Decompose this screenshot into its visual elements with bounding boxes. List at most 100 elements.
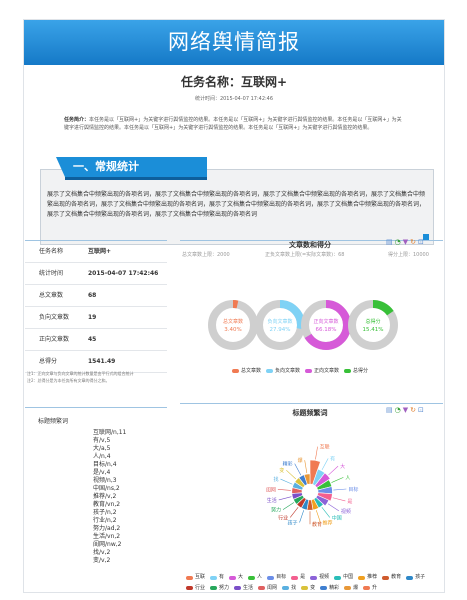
donut-label: 正向文章数 [313, 318, 338, 325]
bar-icon[interactable]: ▼ [403, 238, 408, 246]
report-title: 网络舆情简报 [168, 30, 300, 54]
legend-item[interactable]: 努力 [210, 584, 229, 593]
line-icon[interactable]: ◔ [395, 406, 401, 414]
legend-item[interactable]: 负向文章数 [266, 367, 300, 374]
legend-swatch [344, 368, 352, 373]
legend-item[interactable]: 总文章数 [232, 367, 261, 374]
stats-key: 总得分 [39, 358, 58, 365]
donut-label: 总文章数 [223, 318, 243, 325]
legend-label: 努力 [219, 584, 230, 591]
legend-label: 闺网 [267, 584, 278, 591]
legend-label: 正向文章数 [314, 368, 340, 374]
legend-swatch [301, 586, 309, 590]
stats-key: 负向文章数 [39, 314, 70, 321]
legend-item[interactable]: 教育 [382, 573, 401, 582]
data-view-icon[interactable]: ▤ [386, 238, 393, 246]
chart1-toolbox: ▤ ◔ ▼ ↻ ⊡ [384, 238, 424, 246]
legend-swatch [210, 575, 218, 580]
legend-swatch [305, 368, 313, 373]
legend-item[interactable]: 行业 [186, 584, 205, 593]
legend-item[interactable]: 目标 [267, 573, 286, 582]
legend-label: 找 [291, 584, 297, 591]
tags-items: 互联网/n,11 有/v,5 大/a,5 人/n,4 目标/n,4 是/v,4 视频/n,3… [93, 429, 167, 565]
rose-label-line [286, 469, 297, 480]
legend-item[interactable]: 总得分 [344, 367, 368, 374]
rose-label: 目标 [348, 486, 358, 493]
section-general-stats: 一、常规统计 展示了文档集合中频繁出现的各项名词，展示了文档集合中频繁出现的各项… [40, 157, 434, 245]
rose-label-line [321, 506, 331, 518]
legend-swatch [266, 368, 274, 373]
section-body: 展示了文档集合中频繁出现的各项名词，展示了文档集合中频繁出现的各项名词，展示了文… [47, 191, 426, 218]
legend-label: 总文章数 [241, 368, 262, 374]
rose-label-line [278, 496, 292, 501]
legend-item[interactable]: 视频 [310, 573, 329, 582]
rose-label: 大 [340, 463, 345, 470]
stats-value: 19 [88, 314, 97, 321]
line-icon[interactable]: ◔ [395, 238, 401, 246]
article-score-donuts: 总文章数 3.40% 负向文章数 27.94% 正向文章数 66.18% 总得分 15.41% [208, 300, 398, 350]
chart1-legend: 总文章数 负向文章数 正向文章数 总得分 [232, 367, 373, 375]
rose-label-line [280, 478, 293, 485]
legend-label: 变 [310, 584, 316, 591]
rose-label: 生活 [267, 497, 277, 504]
legend-item[interactable]: 是 [291, 573, 305, 582]
rose-label-line [333, 488, 347, 491]
tag-item: 努力/ad,2 [93, 525, 121, 532]
legend-item[interactable]: 大 [229, 573, 243, 582]
legend-label: 是 [300, 574, 306, 580]
note-line: 注1：正向文章与负向文章的统计数量是由平行式的组合统计 [27, 371, 134, 376]
legend-label: 有 [219, 574, 225, 580]
legend-label: 推荐 [367, 574, 378, 580]
legend-item[interactable]: 人 [248, 573, 262, 582]
legend-swatch [186, 586, 193, 590]
legend-item[interactable]: 找 [282, 584, 296, 593]
legend-item[interactable]: 变 [301, 584, 315, 593]
data-view-icon[interactable]: ▤ [386, 406, 393, 414]
stats-value: 2015-04-07 17:42:46 [88, 270, 159, 277]
legend-label: 互联 [195, 574, 206, 580]
tag-item: 行业/n,2 [93, 517, 117, 524]
legend-swatch [344, 586, 352, 590]
donut-value: 3.40% [224, 327, 241, 333]
rose-label-line [315, 446, 318, 460]
stats-value: 45 [88, 336, 97, 343]
save-icon[interactable]: ⊡ [418, 406, 424, 414]
stats-value: 1541.49 [88, 358, 116, 365]
legend-swatch [320, 586, 328, 590]
legend-item[interactable]: 闺网 [258, 584, 277, 593]
chart1-sub-score: 得分上限：10000 [388, 252, 429, 258]
legend-item[interactable]: 爆 [344, 584, 358, 593]
section-tab: 一、常规统计 [56, 157, 207, 180]
legend-item[interactable]: 正向文章数 [305, 367, 339, 374]
legend-swatch [234, 586, 242, 590]
rose-label: 视频 [341, 508, 351, 515]
task-intro: 任务简介：本任务是以「互联网+」为关键字进行舆情监控的结果。本任务是以「互联网+… [64, 116, 404, 132]
rose-label: 人 [345, 475, 350, 481]
rose-label: 努力 [271, 507, 281, 514]
legend-item[interactable]: 生活 [234, 584, 253, 593]
legend-item[interactable]: 中国 [334, 573, 353, 582]
legend-item[interactable]: 孩子 [406, 573, 425, 582]
rose-label-line [282, 502, 295, 510]
stats-row: 总文章数 68 [25, 285, 167, 307]
restore-icon[interactable]: ↻ [410, 238, 416, 246]
legend-item[interactable]: 推荐 [358, 573, 377, 582]
legend-item[interactable]: 互联 [186, 573, 205, 582]
save-icon[interactable]: ⊡ [418, 238, 424, 246]
donut-value: 15.41% [363, 327, 384, 333]
legend-label: 爆 [353, 584, 359, 591]
legend-item[interactable]: 有 [210, 573, 224, 582]
bar-icon[interactable]: ▼ [403, 406, 408, 414]
tag-item: 孩子/n,2 [93, 509, 117, 516]
legend-item[interactable]: 精彩 [320, 584, 339, 593]
legend-swatch [358, 575, 366, 580]
legend-item[interactable]: 升 [363, 584, 377, 593]
rose-label: 变 [279, 467, 284, 474]
rose-label-line [315, 510, 321, 523]
rose-label: 爆 [298, 457, 303, 464]
legend-label: 视频 [319, 574, 330, 580]
legend-swatch [282, 586, 290, 590]
rose-label: 孩子 [288, 519, 298, 526]
restore-icon[interactable]: ↻ [410, 406, 416, 414]
legend-swatch [406, 575, 414, 580]
